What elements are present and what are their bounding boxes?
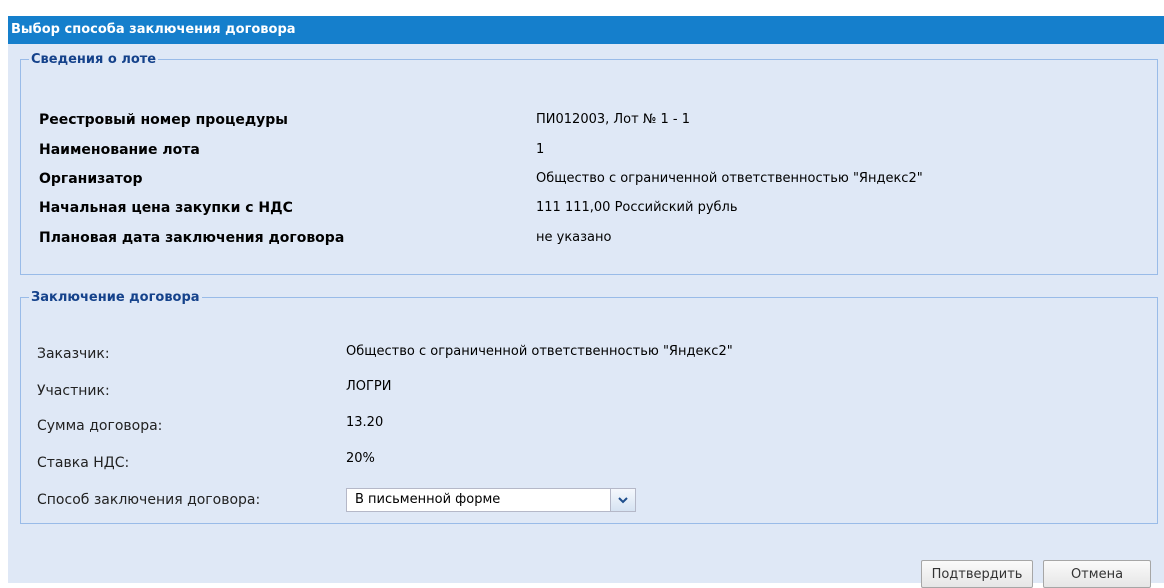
contract-sum-value: 13.20 xyxy=(346,415,384,430)
customer-value: Общество с ограниченной ответственностью… xyxy=(346,344,733,359)
planned-date-value: не указано xyxy=(536,230,612,245)
start-price-label: Начальная цена закупки с НДС xyxy=(39,200,293,216)
start-price-value: 111 111,00 Российский рубль xyxy=(536,200,738,215)
registry-number-label: Реестровый номер процедуры xyxy=(39,112,288,128)
cancel-button[interactable]: Отмена xyxy=(1043,560,1151,588)
contract-method-window: Выбор способа заключения договора Сведен… xyxy=(8,16,1164,583)
organizer-value: Общество с ограниченной ответственностью… xyxy=(536,171,923,186)
lot-info-fieldset: Сведения о лоте Реестровый номер процеду… xyxy=(20,52,1158,275)
method-label: Способ заключения договора: xyxy=(37,492,261,508)
planned-date-label: Плановая дата заключения договора xyxy=(39,230,345,246)
organizer-label: Организатор xyxy=(39,171,143,187)
vat-rate-label: Ставка НДС: xyxy=(37,455,130,471)
customer-label: Заказчик: xyxy=(37,346,110,362)
contract-legend: Заключение договора xyxy=(31,290,200,305)
contract-sum-label: Сумма договора: xyxy=(37,418,163,434)
chevron-down-icon xyxy=(618,496,628,503)
window-title: Выбор способа заключения договора xyxy=(8,16,1164,44)
method-select-value: В письменной форме xyxy=(355,492,501,507)
lot-name-value: 1 xyxy=(536,142,545,157)
confirm-button[interactable]: Подтвердить xyxy=(921,560,1033,588)
lot-info-legend: Сведения о лоте xyxy=(31,52,157,67)
vat-rate-value: 20% xyxy=(346,451,375,466)
participant-value: ЛОГРИ xyxy=(346,379,392,394)
method-select[interactable]: В письменной форме xyxy=(346,488,636,512)
registry-number-value: ПИ012003, Лот № 1 - 1 xyxy=(536,112,690,127)
contract-fieldset: Заключение договора Заказчик: Общество с… xyxy=(20,290,1158,524)
lot-name-label: Наименование лота xyxy=(39,142,200,158)
method-select-trigger[interactable] xyxy=(610,489,635,511)
participant-label: Участник: xyxy=(37,383,110,399)
